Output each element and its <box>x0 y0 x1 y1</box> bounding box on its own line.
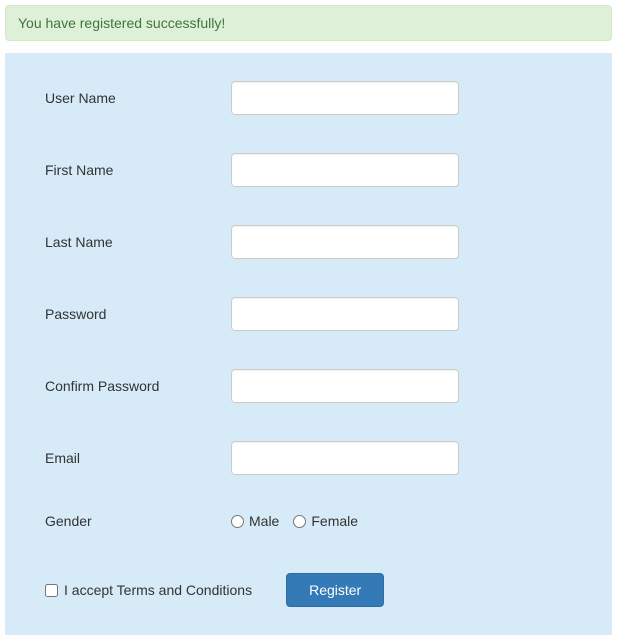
registration-form: User Name First Name Last Name Password … <box>5 53 612 635</box>
gender-male-label: Male <box>249 513 279 529</box>
lastname-label: Last Name <box>45 234 231 250</box>
gender-label: Gender <box>45 513 231 529</box>
password-label: Password <box>45 306 231 322</box>
confirm-password-label: Confirm Password <box>45 378 231 394</box>
email-label: Email <box>45 450 231 466</box>
firstname-input[interactable] <box>231 153 459 187</box>
lastname-input[interactable] <box>231 225 459 259</box>
gender-female-option: Female <box>293 513 358 529</box>
terms-checkbox-wrap: I accept Terms and Conditions <box>45 582 252 598</box>
form-row-email: Email <box>45 441 572 475</box>
username-label: User Name <box>45 90 231 106</box>
confirm-password-input[interactable] <box>231 369 459 403</box>
form-row-lastname: Last Name <box>45 225 572 259</box>
form-row-username: User Name <box>45 81 572 115</box>
form-row-submit: I accept Terms and Conditions Register <box>45 567 572 607</box>
page-container: You have registered successfully! User N… <box>0 0 617 640</box>
gender-radio-group: Male Female <box>231 513 364 529</box>
form-row-gender: Gender Male Female <box>45 513 572 529</box>
gender-female-label: Female <box>311 513 358 529</box>
gender-female-radio[interactable] <box>293 515 306 528</box>
success-alert-text: You have registered successfully! <box>18 15 225 31</box>
gender-male-option: Male <box>231 513 279 529</box>
firstname-label: First Name <box>45 162 231 178</box>
terms-label: I accept Terms and Conditions <box>64 582 252 598</box>
form-row-password: Password <box>45 297 572 331</box>
success-alert: You have registered successfully! <box>5 5 612 41</box>
form-row-confirm-password: Confirm Password <box>45 369 572 403</box>
register-button[interactable]: Register <box>286 573 384 607</box>
form-row-firstname: First Name <box>45 153 572 187</box>
password-input[interactable] <box>231 297 459 331</box>
email-input[interactable] <box>231 441 459 475</box>
username-input[interactable] <box>231 81 459 115</box>
terms-checkbox[interactable] <box>45 584 58 597</box>
gender-male-radio[interactable] <box>231 515 244 528</box>
